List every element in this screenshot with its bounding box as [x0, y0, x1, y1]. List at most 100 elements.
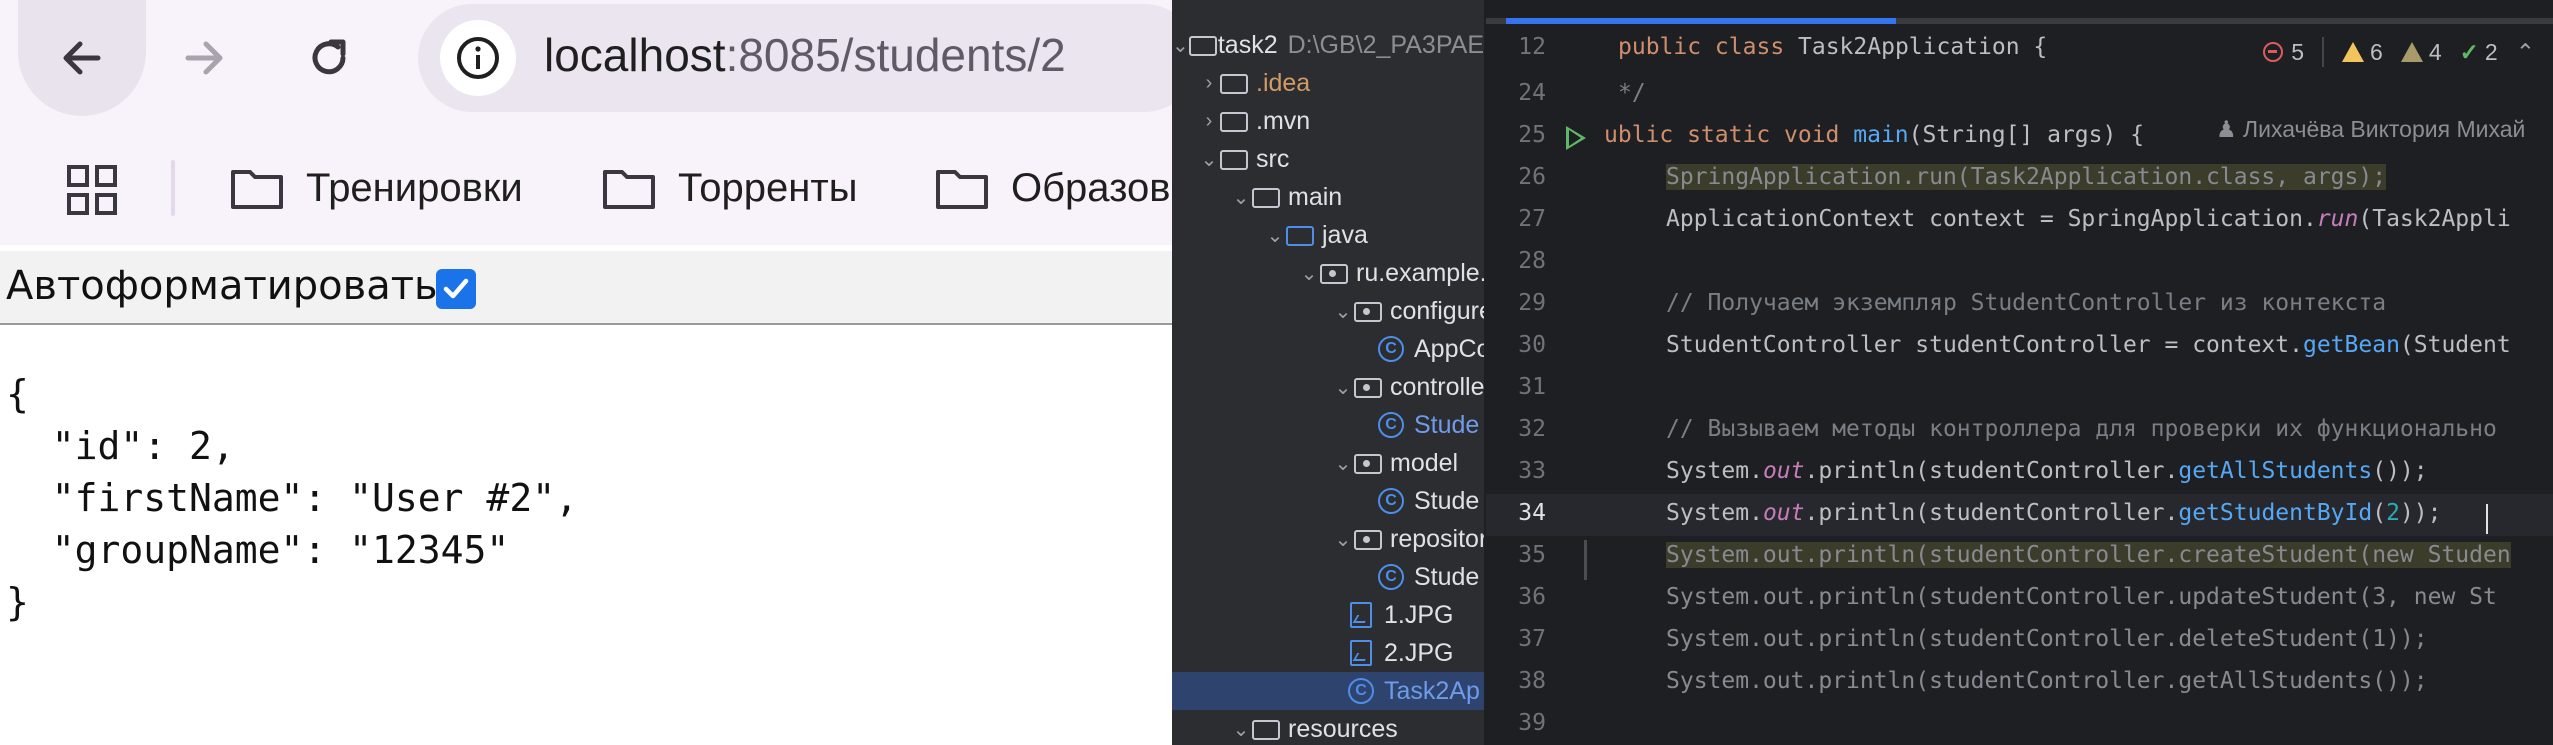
- chevron-down-icon[interactable]: ⌄: [1198, 147, 1220, 172]
- tree-item-class[interactable]: C Stude: [1172, 482, 1484, 520]
- tree-item-controller[interactable]: ⌄ controller: [1172, 368, 1484, 406]
- error-icon: [2263, 42, 2284, 62]
- code-line[interactable]: 39: [1486, 704, 2553, 745]
- code-line[interactable]: 29 // Получаем экземпляр StudentControll…: [1486, 284, 2553, 326]
- error-count: 5: [2291, 38, 2305, 65]
- code-line-current[interactable]: 34 System.out.println(studentController.…: [1486, 494, 2553, 536]
- tree-item-image[interactable]: 1.JPG: [1172, 596, 1484, 634]
- checkmark-icon: [443, 278, 469, 299]
- line-number: 31: [1518, 374, 1546, 400]
- code-line[interactable]: 27 ApplicationContext context = SpringAp…: [1486, 200, 2553, 242]
- code-line[interactable]: 24 */: [1486, 74, 2553, 116]
- back-button[interactable]: [18, 0, 146, 116]
- code-line[interactable]: 26 SpringApplication.run(Task2Applicatio…: [1486, 158, 2553, 200]
- code-line[interactable]: 25 ublic static void main(String[] args)…: [1486, 116, 2553, 158]
- chevron-right-icon[interactable]: ›: [1198, 110, 1220, 133]
- autoformat-checkbox[interactable]: [436, 269, 476, 309]
- code-line[interactable]: 37 System.out.println(studentController.…: [1486, 620, 2553, 662]
- code-text: public class Task2Application {: [1618, 34, 2048, 60]
- code-line[interactable]: 28: [1486, 242, 2553, 284]
- forward-button[interactable]: [140, 0, 268, 116]
- chevron-down-icon[interactable]: ⌄: [1230, 717, 1252, 742]
- tree-item-java[interactable]: ⌄ java: [1172, 216, 1484, 254]
- tree-item-idea[interactable]: › .idea: [1172, 64, 1484, 102]
- chevron-down-icon[interactable]: ⌄: [1332, 375, 1354, 400]
- tree-item-main[interactable]: ⌄ main: [1172, 178, 1484, 216]
- tree-item-package[interactable]: ⌄ ru.example.t: [1172, 254, 1484, 292]
- chevron-down-icon[interactable]: ⌄: [1332, 451, 1354, 476]
- tree-item-label: task2: [1217, 30, 1278, 59]
- folder-icon: [231, 170, 283, 209]
- folder-icon: [936, 170, 988, 209]
- json-line: "groupName": "12345": [6, 528, 510, 572]
- json-viewer: { "id": 2, "firstName": "User #2", "grou…: [6, 368, 578, 628]
- bookmark-folder[interactable]: Торренты: [602, 156, 857, 220]
- code-text: System.out.println(studentController.get…: [1666, 668, 2428, 694]
- info-icon: [457, 37, 499, 79]
- chevron-up-icon[interactable]: ⌃: [2516, 39, 2535, 66]
- tree-item-mvn[interactable]: › .mvn: [1172, 102, 1484, 140]
- tree-item-model[interactable]: ⌄ model: [1172, 444, 1484, 482]
- weak-warning-count: 4: [2428, 38, 2442, 65]
- code-line[interactable]: 32 // Вызываем методы контроллера для пр…: [1486, 410, 2553, 452]
- folder-icon: [1220, 150, 1248, 170]
- chevron-down-icon[interactable]: ⌄: [1172, 33, 1189, 58]
- project-tree: ⌄ task2 D:\GB\2_PA3PAE › .idea › .mvn ⌄ …: [1172, 0, 1484, 745]
- browser-toolbar: localhost:8085/students/2: [0, 0, 1172, 128]
- code-line[interactable]: 36 System.out.println(studentController.…: [1486, 578, 2553, 620]
- tree-item-label: repositor: [1390, 524, 1484, 553]
- code-text: // Получаем экземпляр StudentController …: [1666, 290, 2387, 316]
- chevron-right-icon[interactable]: ›: [1198, 72, 1220, 95]
- tree-item-image[interactable]: 2.JPG: [1172, 634, 1484, 672]
- line-number: 24: [1518, 80, 1546, 106]
- run-icon[interactable]: [1566, 126, 1586, 150]
- tree-item-class[interactable]: C Stude: [1172, 558, 1484, 596]
- tree-root[interactable]: ⌄ task2 D:\GB\2_PA3PAE: [1172, 26, 1484, 64]
- chevron-down-icon[interactable]: ⌄: [1298, 261, 1320, 286]
- package-icon: [1354, 378, 1382, 398]
- image-file-icon: [1350, 602, 1372, 628]
- browser-window: localhost:8085/students/2 Тренировки Тор…: [0, 0, 1172, 745]
- image-file-icon: [1350, 640, 1372, 666]
- bookmark-folder[interactable]: Образов: [935, 156, 1170, 220]
- tree-item-label: Stude: [1414, 486, 1480, 515]
- inspections-widget[interactable]: 5 6 4 ✓ 2 ⌃: [2253, 30, 2553, 74]
- tree-item-resources[interactable]: ⌄ resources: [1172, 710, 1484, 745]
- tree-item-class[interactable]: C AppCo: [1172, 330, 1484, 368]
- tree-item-configure[interactable]: ⌄ configure: [1172, 292, 1484, 330]
- bookmark-label: Образов: [1011, 165, 1171, 210]
- tree-item-class[interactable]: C Stude: [1172, 406, 1484, 444]
- folder-icon: [1252, 188, 1280, 208]
- tree-item-label: 1.JPG: [1384, 600, 1454, 629]
- class-icon: C: [1378, 412, 1404, 438]
- tree-item-src[interactable]: ⌄ src: [1172, 140, 1484, 178]
- weak-warning-icon: [2400, 42, 2423, 62]
- chevron-down-icon[interactable]: ⌄: [1332, 299, 1354, 324]
- line-number: 25: [1518, 122, 1546, 148]
- url-text[interactable]: localhost:8085/students/2: [544, 28, 1066, 82]
- site-info-button[interactable]: [440, 20, 516, 96]
- code-editor[interactable]: 12 public class Task2Application { 5 6 4…: [1486, 0, 2553, 745]
- tree-item-app-class[interactable]: C Task2Ap: [1172, 672, 1484, 710]
- code-line[interactable]: 38 System.out.println(studentController.…: [1486, 662, 2553, 704]
- code-line[interactable]: 33 System.out.println(studentController.…: [1486, 452, 2553, 494]
- reload-button[interactable]: [265, 0, 393, 116]
- chevron-down-icon[interactable]: ⌄: [1230, 185, 1252, 210]
- tree-item-repository[interactable]: ⌄ repositor: [1172, 520, 1484, 558]
- line-number: 39: [1518, 710, 1546, 736]
- code-text: System.out.println(studentController.del…: [1666, 626, 2428, 652]
- chevron-down-icon[interactable]: ⌄: [1264, 223, 1286, 248]
- folder-icon: [603, 170, 655, 209]
- code-line[interactable]: 30 StudentController studentController =…: [1486, 326, 2553, 368]
- code-text: StudentController studentController = co…: [1666, 332, 2511, 358]
- bookmark-folder[interactable]: Тренировки: [230, 156, 523, 220]
- tree-item-label: main: [1288, 182, 1343, 211]
- chevron-down-icon[interactable]: ⌄: [1332, 527, 1354, 552]
- class-icon: C: [1378, 336, 1404, 362]
- apps-button[interactable]: [66, 164, 118, 220]
- package-icon: [1354, 302, 1382, 322]
- code-line[interactable]: 31: [1486, 368, 2553, 410]
- code-line[interactable]: 35 System.out.println(studentController.…: [1486, 536, 2553, 578]
- line-number: 28: [1518, 248, 1546, 274]
- url-path: :8085/students/2: [725, 29, 1066, 81]
